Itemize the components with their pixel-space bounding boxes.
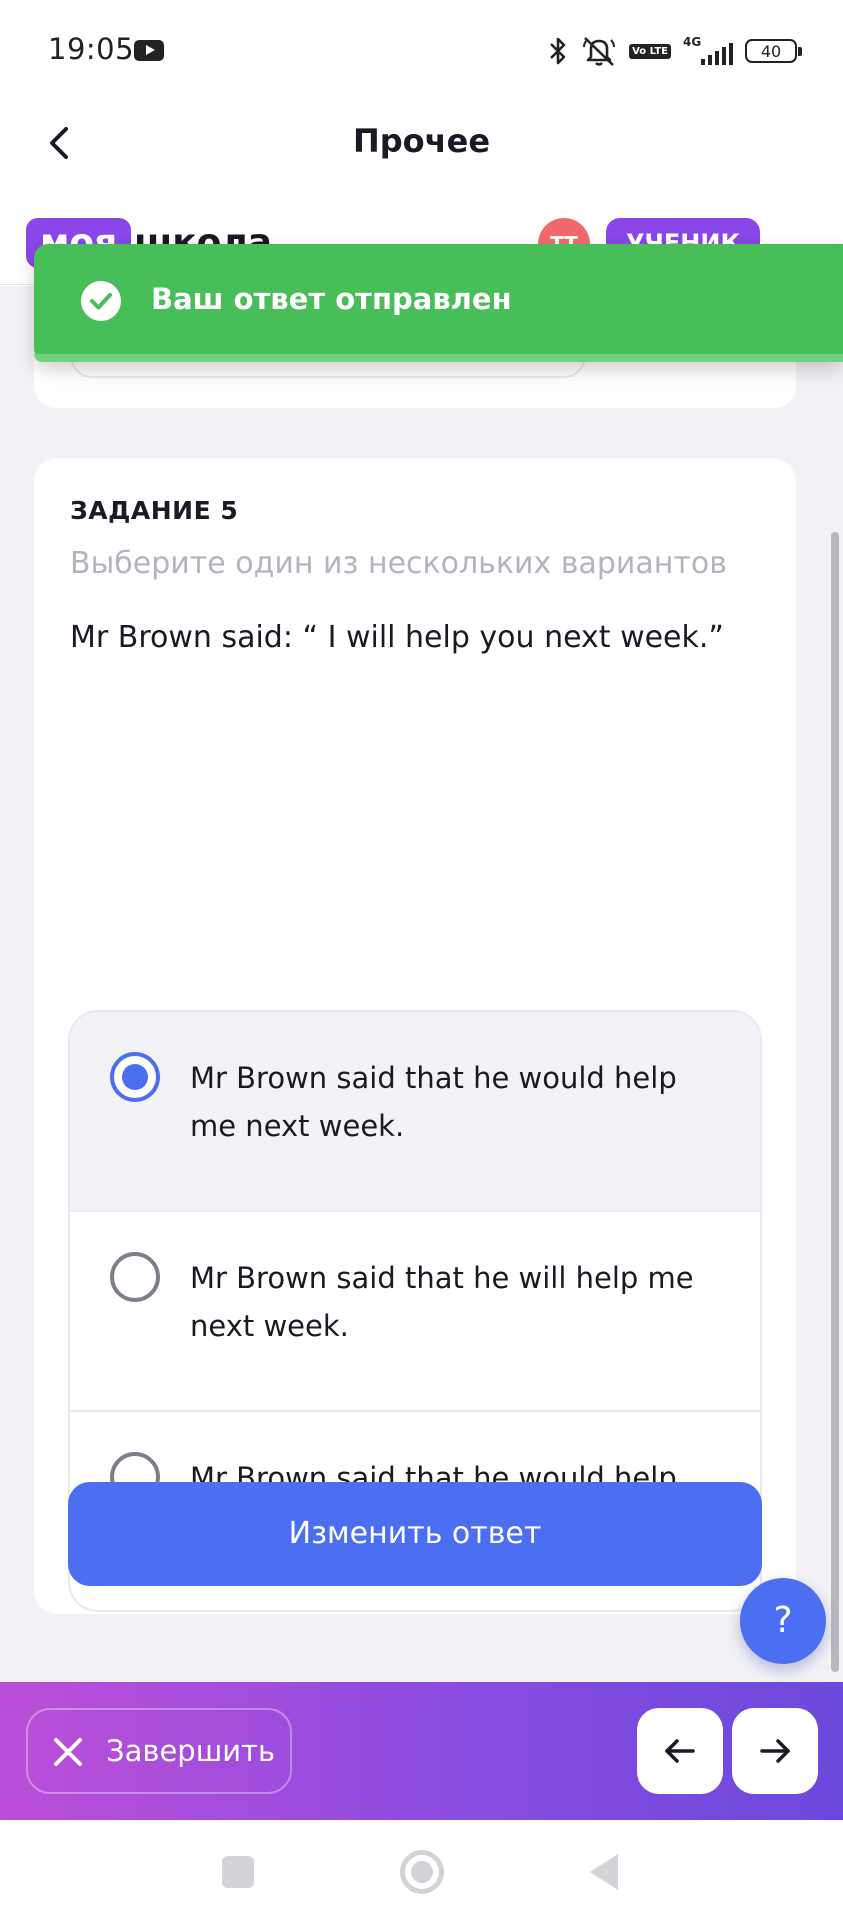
help-button[interactable]: ?: [740, 1578, 826, 1664]
status-bar: 19:05 Vo LTE 4G 40: [0, 0, 843, 100]
arrow-right-icon: [760, 1739, 790, 1763]
radio-button[interactable]: [110, 1252, 160, 1302]
battery-icon: 40: [745, 39, 802, 63]
page-title: Прочее: [352, 122, 491, 160]
close-icon: [54, 1738, 82, 1766]
home-icon[interactable]: [400, 1850, 444, 1894]
answer-option-1[interactable]: Mr Brown said that he would help me next…: [70, 1012, 760, 1212]
task-instruction: Выберите один из нескольких вариантов: [70, 546, 727, 581]
youtube-icon: [134, 40, 164, 61]
arrow-left-icon: [665, 1739, 695, 1763]
task-number: ЗАДАНИЕ 5: [70, 496, 239, 525]
recent-apps-icon[interactable]: [222, 1856, 254, 1888]
toast-message: Ваш ответ отправлен: [151, 282, 512, 316]
bottom-action-bar: Завершить: [0, 1682, 843, 1820]
task-card: ЗАДАНИЕ 5 Выберите один из нескольких ва…: [34, 458, 796, 1614]
scrollbar[interactable]: [831, 532, 839, 1672]
mute-bell-icon: [583, 37, 616, 66]
task-question: Mr Brown said: “ I will help you next we…: [70, 620, 724, 655]
status-time: 19:05: [48, 32, 135, 66]
next-task-button[interactable]: [732, 1708, 818, 1794]
check-circle-icon: [81, 281, 121, 321]
network-type: 4G: [683, 35, 702, 49]
main-content[interactable]: ЗАДАНИЕ 5 Выберите один из нескольких ва…: [0, 286, 843, 1682]
header: Прочее: [0, 100, 843, 210]
signal-bars: [701, 43, 733, 65]
signal-icon: 4G: [683, 35, 733, 67]
answer-option-2[interactable]: Mr Brown said that he will help me next …: [70, 1212, 760, 1412]
system-navigation-bar: [0, 1820, 843, 1920]
volte-icon: Vo LTE: [629, 43, 671, 59]
status-icons: Vo LTE 4G 40: [547, 34, 802, 68]
answer-option-label: Mr Brown said that he would help me next…: [190, 1061, 677, 1143]
battery-level: 40: [760, 41, 782, 61]
previous-task-button[interactable]: [637, 1708, 723, 1794]
screen: 19:05 Vo LTE 4G 40 Прочее моя школа УЧЕН…: [0, 0, 843, 1920]
finish-label: Завершить: [106, 1734, 276, 1768]
answer-option-label: Mr Brown said that he will help me next …: [190, 1261, 694, 1343]
radio-button-checked[interactable]: [110, 1052, 160, 1102]
success-toast: Ваш ответ отправлен: [34, 244, 843, 362]
back-triangle-icon[interactable]: [590, 1854, 618, 1890]
finish-button[interactable]: Завершить: [26, 1708, 292, 1794]
bluetooth-icon: [550, 37, 566, 65]
change-answer-button[interactable]: Изменить ответ: [68, 1482, 762, 1586]
